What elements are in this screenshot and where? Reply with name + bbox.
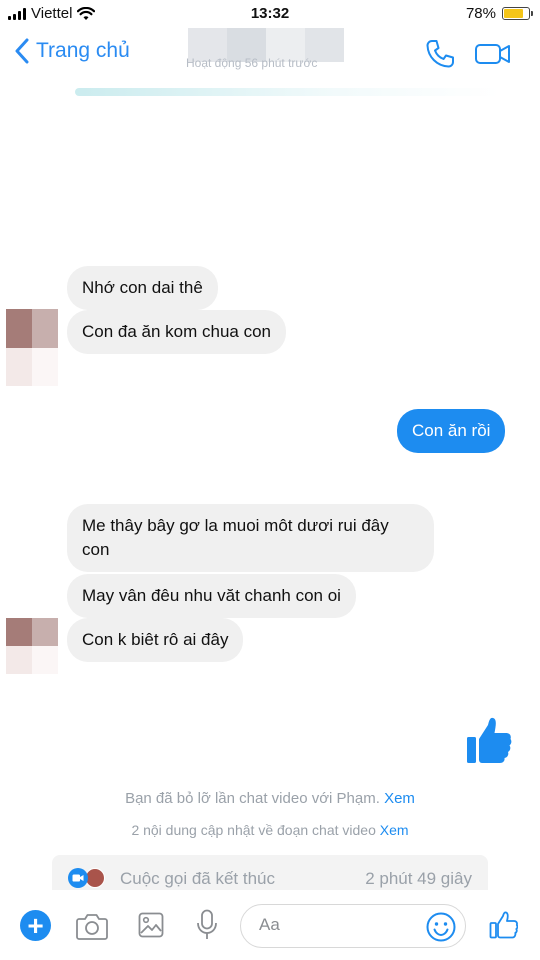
video-updates-view-link[interactable]: Xem <box>380 822 409 838</box>
avatar[interactable] <box>6 309 58 386</box>
back-label: Trang chủ <box>36 39 130 62</box>
call-duration: 2 phút 49 giây <box>365 869 472 888</box>
like-button-icon[interactable] <box>489 911 518 939</box>
incoming-message[interactable]: May vân đêu nhu văt chanh con oi <box>67 574 356 618</box>
caller-avatar <box>85 868 105 888</box>
back-chevron-icon <box>15 38 29 64</box>
battery-percent: 78% <box>465 5 496 22</box>
message-text-field[interactable] <box>259 915 409 935</box>
composer-bar: + <box>0 890 540 960</box>
battery-icon <box>502 7 533 20</box>
missed-video-text: Bạn đã bỏ lỡ lần chat video với Phạm. <box>125 790 380 807</box>
plus-button[interactable]: + <box>20 910 51 941</box>
image-icon[interactable] <box>138 912 164 938</box>
conversation-header: Trang chủ Hoạt động 56 phút trước <box>0 28 540 96</box>
incoming-message[interactable]: Nhớ con dai thê <box>67 266 218 310</box>
video-call-icon <box>68 868 88 888</box>
thumbs-up-icon[interactable] <box>466 716 512 764</box>
header-shadow <box>75 88 500 96</box>
microphone-icon[interactable] <box>196 909 218 941</box>
emoji-icon[interactable] <box>425 911 457 943</box>
missed-video-view-link[interactable]: Xem <box>384 790 415 807</box>
video-updates-text: 2 nội dung cập nhật về đoạn chat video <box>131 822 376 838</box>
missed-video-notice: Bạn đã bỏ lỡ lần chat video với Phạm. Xe… <box>0 790 540 807</box>
incoming-message[interactable]: Con đa ăn kom chua con <box>67 310 287 354</box>
avatar[interactable] <box>6 618 58 674</box>
message-line: con <box>82 540 110 559</box>
call-card-icons <box>68 868 105 888</box>
call-ended-label: Cuộc gọi đã kết thúc <box>120 869 275 888</box>
video-camera-icon[interactable] <box>474 40 512 68</box>
incoming-message[interactable]: Me thây bây gơ la muoi môt dươi rui đây … <box>67 504 434 572</box>
phone-icon[interactable] <box>424 38 456 70</box>
back-button[interactable]: Trang chủ <box>14 38 130 64</box>
camera-icon[interactable] <box>76 912 108 940</box>
status-bar: Viettel 13:32 78% <box>0 0 540 28</box>
status-right: 78% <box>465 5 533 22</box>
clock: 13:32 <box>250 5 290 22</box>
outgoing-message[interactable]: Con ăn rồi <box>397 409 506 453</box>
message-line: Me thây bây gơ la muoi môt dươi rui đây <box>82 516 389 535</box>
incoming-message[interactable]: Con k biêt rô ai đây <box>67 618 244 662</box>
message-input[interactable] <box>240 904 466 948</box>
last-active-status: Hoạt động 56 phút trước <box>186 56 318 70</box>
video-updates-notice: 2 nội dung cập nhật về đoạn chat video X… <box>0 822 540 838</box>
